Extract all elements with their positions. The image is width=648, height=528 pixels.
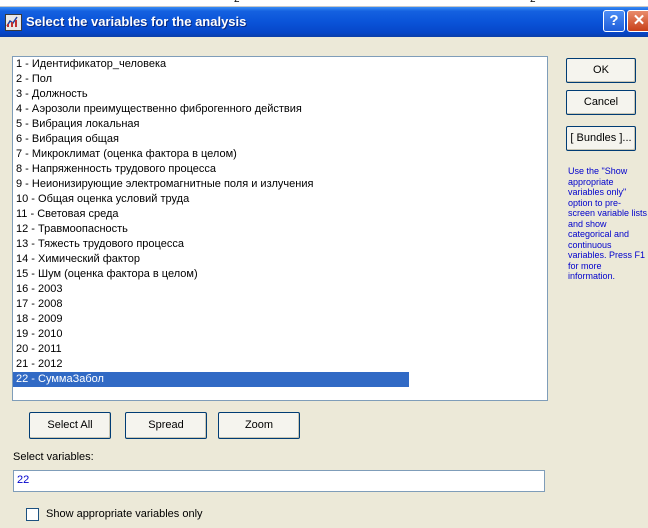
variables-listbox[interactable]: 1 - Идентификатор_человека 2 - Пол 3 - Дол… — [12, 56, 548, 401]
variable-list-item[interactable]: 18 - 2009 — [13, 312, 409, 327]
variable-list-item[interactable]: 2 - Пол — [13, 72, 409, 87]
variable-list-item[interactable]: 21 - 2012 — [13, 357, 409, 372]
cancel-button[interactable]: Cancel — [566, 90, 636, 115]
select-variables-label: Select variables: — [13, 451, 94, 463]
variable-list-item[interactable]: 1 - Идентификатор_человека — [13, 57, 409, 72]
variable-list-item[interactable]: 4 - Аэрозоли преимущественно фиброгенног… — [13, 102, 409, 117]
variable-list-item[interactable]: 14 - Химический фактор — [13, 252, 409, 267]
background-mark-1: 2 — [234, 0, 240, 5]
background-window-strip: 2 2 — [0, 0, 648, 7]
variable-list-item[interactable]: 9 - Неионизирующие электромагнитные поля… — [13, 177, 409, 192]
variable-list-item[interactable]: 22 - СуммаЗабол — [13, 372, 409, 387]
select-variables-input[interactable]: 22 — [13, 470, 545, 492]
window-title: Select the variables for the analysis — [26, 14, 247, 29]
variable-list-item[interactable]: 15 - Шум (оценка фактора в целом) — [13, 267, 409, 282]
show-appropriate-checkbox[interactable] — [26, 508, 39, 521]
help-icon[interactable]: ? — [603, 10, 625, 32]
variable-list-item[interactable]: 16 - 2003 — [13, 282, 409, 297]
show-appropriate-label[interactable]: Show appropriate variables only — [46, 508, 203, 520]
zoom-button[interactable]: Zoom — [218, 412, 300, 439]
variable-list-item[interactable]: 17 - 2008 — [13, 297, 409, 312]
variable-list-item[interactable]: 3 - Должность — [13, 87, 409, 102]
title-bar: Select the variables for the analysis ? … — [0, 7, 648, 37]
statistica-app-icon — [5, 14, 22, 31]
variable-list-item[interactable]: 8 - Напряженность трудового процесса — [13, 162, 409, 177]
variable-list-item[interactable]: 13 - Тяжесть трудового процесса — [13, 237, 409, 252]
variable-list-item[interactable]: 19 - 2010 — [13, 327, 409, 342]
bundles-button[interactable]: [ Bundles ]... — [566, 126, 636, 151]
close-icon[interactable]: ✕ — [627, 10, 648, 32]
variable-list-item[interactable]: 5 - Вибрация локальная — [13, 117, 409, 132]
spread-button[interactable]: Spread — [125, 412, 207, 439]
select-all-button[interactable]: Select All — [29, 412, 111, 439]
help-text: Use the "Show appropriate variables only… — [568, 166, 648, 281]
ok-button[interactable]: OK — [566, 58, 636, 83]
variable-list-item[interactable]: 7 - Микроклимат (оценка фактора в целом) — [13, 147, 409, 162]
variable-list-item[interactable]: 6 - Вибрация общая — [13, 132, 409, 147]
variable-list-item[interactable]: 12 - Травмоопасность — [13, 222, 409, 237]
variable-list-item[interactable]: 20 - 2011 — [13, 342, 409, 357]
background-mark-2: 2 — [530, 0, 536, 5]
variable-list-item[interactable]: 10 - Общая оценка условий труда — [13, 192, 409, 207]
variable-list-item[interactable]: 11 - Световая среда — [13, 207, 409, 222]
